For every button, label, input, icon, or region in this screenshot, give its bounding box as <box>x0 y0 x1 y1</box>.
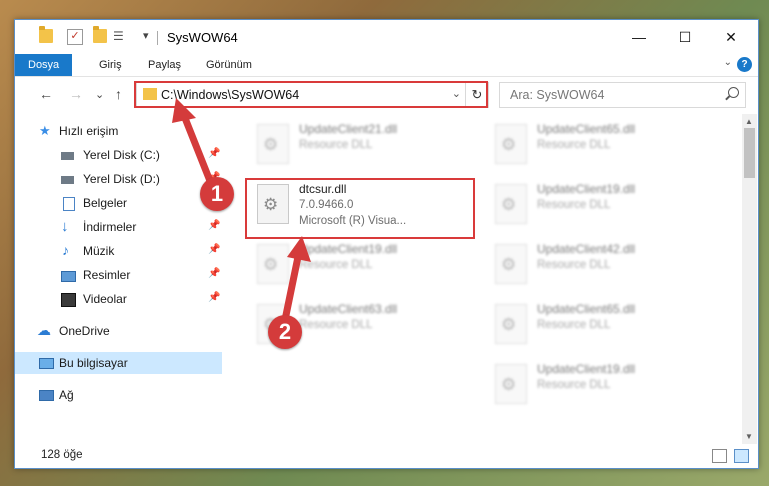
arrow-1 <box>172 98 216 190</box>
arrow-2 <box>281 236 311 324</box>
step-badge-2: 2 <box>268 315 302 349</box>
annotation-arrows <box>172 98 311 324</box>
step-badge-1: 1 <box>200 177 234 211</box>
